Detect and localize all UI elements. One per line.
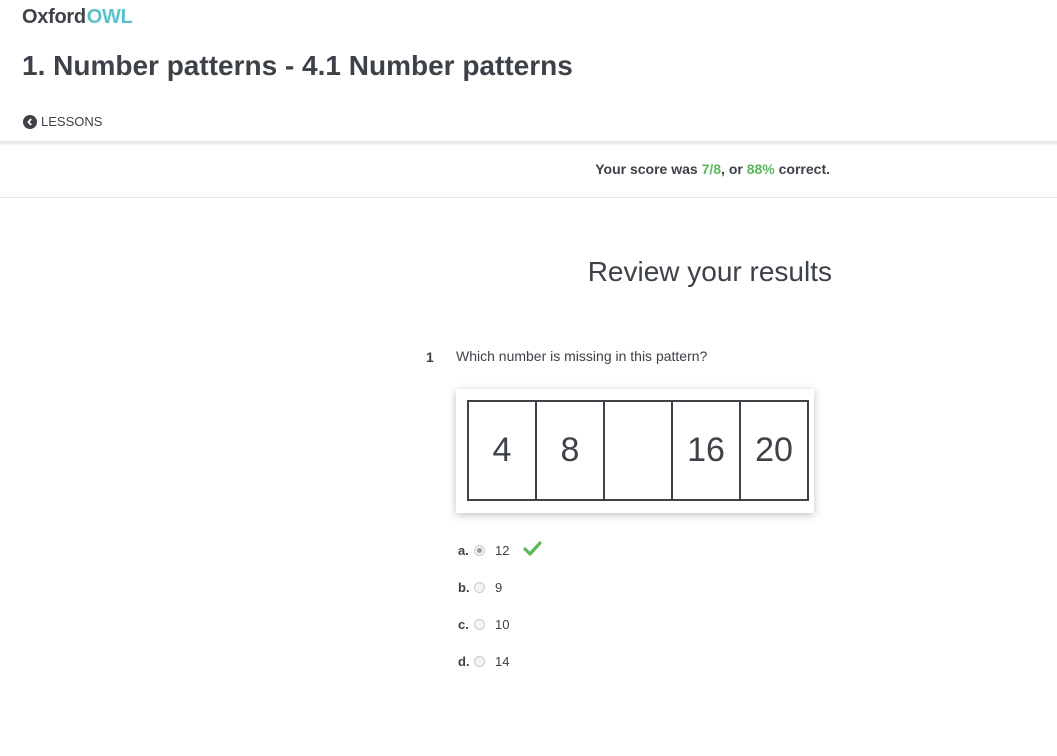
logo-text-owl: OWL <box>86 6 133 28</box>
radio-button[interactable] <box>474 655 485 667</box>
oxford-owl-logo[interactable]: Oxford OWL <box>22 6 133 29</box>
lessons-back-label: LESSONS <box>41 114 103 129</box>
pattern-box: 16 <box>673 402 741 499</box>
lessons-back-link[interactable]: LESSONS <box>23 114 102 129</box>
pattern-box-missing <box>605 402 673 499</box>
checkmark-icon <box>523 541 542 559</box>
question-text: Which number is missing in this pattern? <box>456 348 708 364</box>
answer-option-b[interactable]: b. 9 <box>458 575 542 599</box>
score-middle: , or <box>721 161 747 177</box>
number-pattern-image: 4 8 16 20 <box>456 389 814 513</box>
pattern-box: 8 <box>537 402 605 499</box>
pattern-box: 4 <box>469 402 537 499</box>
answer-option-d[interactable]: d. 14 <box>458 649 542 673</box>
option-letter: a. <box>458 542 469 558</box>
score-prefix: Your score was <box>595 161 702 177</box>
option-letter: c. <box>458 616 469 632</box>
radio-button[interactable] <box>474 581 485 593</box>
page-title: 1. Number patterns - 4.1 Number patterns <box>22 50 573 81</box>
review-results-heading: Review your results <box>587 256 832 287</box>
pattern-box: 20 <box>755 431 793 469</box>
chevron-circle-left-icon <box>23 114 37 129</box>
answer-options: a. 12 b. 9 c. 10 d. 14 <box>458 538 542 686</box>
option-value: 9 <box>495 579 503 595</box>
answer-option-c[interactable]: c. 10 <box>458 612 542 636</box>
radio-button[interactable] <box>474 618 485 630</box>
option-value: 14 <box>495 653 510 669</box>
logo-text-oxford: Oxford <box>22 6 86 28</box>
option-letter: b. <box>458 579 470 595</box>
score-percent: 88% <box>746 161 775 177</box>
pattern-boxes: 4 8 16 20 <box>467 400 809 501</box>
question-number: 1 <box>426 349 434 365</box>
option-value: 12 <box>495 542 510 558</box>
radio-button[interactable] <box>474 544 485 556</box>
option-value: 10 <box>495 616 510 632</box>
score-bar: Your score was 7/8, or 88% correct. <box>0 145 1057 198</box>
score-suffix: correct. <box>774 161 830 177</box>
score-summary: Your score was 7/8, or 88% correct. <box>595 161 830 177</box>
answer-option-a[interactable]: a. 12 <box>458 538 542 562</box>
option-letter: d. <box>458 653 470 669</box>
score-fraction: 7/8 <box>701 161 722 177</box>
